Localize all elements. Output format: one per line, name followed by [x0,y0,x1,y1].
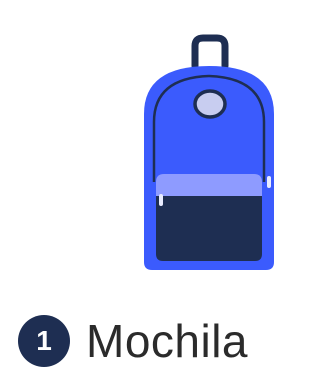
zipper-pull-right [267,176,271,188]
item-caption: 1 Mochila [18,311,248,371]
backpack-badge-circle [193,89,227,119]
number-badge: 1 [18,315,70,367]
backpack-handle [191,34,229,70]
zipper-pull-left [159,194,163,206]
backpack-pocket-top [156,174,262,196]
canvas: 1 Mochila [0,0,318,377]
backpack-icon [144,34,274,270]
item-label: Mochila [86,315,249,367]
backpack-pocket-bottom [156,196,262,261]
